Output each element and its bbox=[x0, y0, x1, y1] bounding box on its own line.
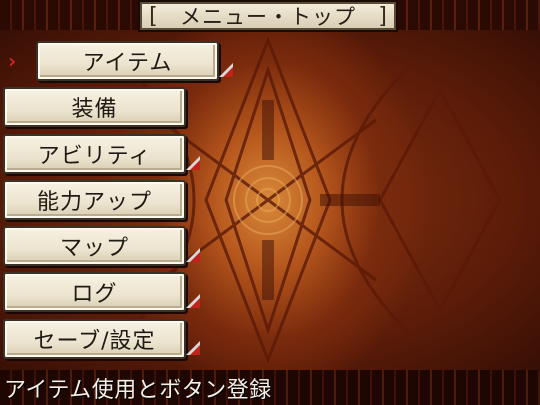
menu-item-map[interactable]: マップ bbox=[3, 226, 200, 266]
menu-item-equip[interactable]: 装備 bbox=[3, 87, 186, 127]
title-bracket-right: ] bbox=[376, 4, 390, 29]
menu-item-label: アイテム bbox=[82, 51, 173, 76]
submenu-indicator-icon bbox=[186, 294, 200, 308]
page-title: メニュー・トップ bbox=[180, 5, 356, 29]
menu-item-label: セーブ/設定 bbox=[33, 329, 156, 354]
menu-item-label: ログ bbox=[71, 282, 118, 307]
menu-item-log[interactable]: ログ bbox=[3, 272, 200, 312]
help-description: アイテム使用とボタン登録 bbox=[4, 378, 272, 403]
submenu-indicator-icon bbox=[186, 156, 200, 170]
menu-item-save-settings[interactable]: セーブ/設定 bbox=[3, 319, 200, 359]
submenu-indicator-icon bbox=[219, 63, 233, 77]
menu-title-plate: [ メニュー・トップ ] bbox=[140, 2, 396, 30]
submenu-indicator-icon bbox=[186, 248, 200, 262]
submenu-indicator-icon bbox=[186, 341, 200, 355]
menu-item-items[interactable]: アイテム bbox=[36, 41, 233, 81]
menu-item-label: 装備 bbox=[71, 97, 118, 122]
menu-item-abilities[interactable]: アビリティ bbox=[3, 134, 200, 174]
menu-item-label: 能力アップ bbox=[36, 190, 152, 215]
title-bracket-left: [ bbox=[146, 4, 160, 29]
menu-screen: [ メニュー・トップ ] › アイテム 装備 アビリティ 能力アップ マップ ロ… bbox=[0, 0, 540, 405]
selection-cursor-icon: › bbox=[6, 49, 19, 73]
menu-item-stat-boost[interactable]: 能力アップ bbox=[3, 180, 186, 220]
menu-item-label: マップ bbox=[59, 236, 129, 261]
menu-item-label: アビリティ bbox=[37, 144, 152, 169]
